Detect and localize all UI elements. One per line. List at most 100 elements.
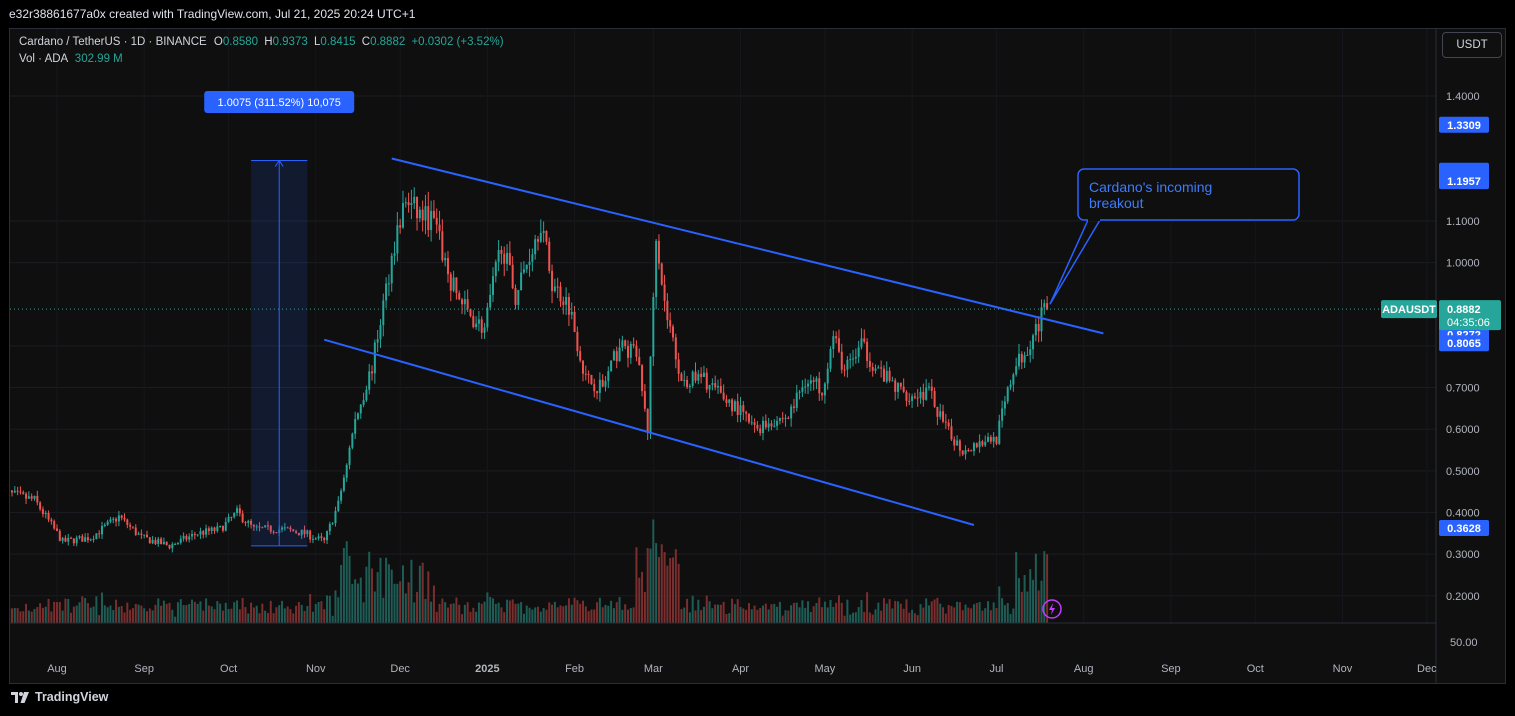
candle	[356, 412, 359, 421]
price-axis[interactable]: 1.40001.10001.00000.80000.70000.60000.50…	[1381, 29, 1501, 683]
volume-bar	[677, 563, 680, 623]
candle	[596, 390, 599, 400]
volume-bar	[95, 596, 98, 623]
volume-bar	[340, 564, 343, 623]
candle-body	[348, 447, 351, 465]
candle-body	[818, 378, 821, 394]
volume-bar	[1023, 575, 1026, 623]
volume-bar	[787, 610, 790, 623]
candle	[418, 206, 421, 223]
candle	[27, 491, 30, 499]
volume-bar	[1012, 608, 1015, 623]
candle-body	[1020, 353, 1023, 363]
candle	[44, 510, 47, 519]
volume-bar	[33, 609, 36, 623]
candle	[486, 302, 489, 332]
candle-body	[700, 373, 703, 378]
volume-bar	[438, 603, 441, 623]
candle	[565, 287, 568, 315]
candle-body	[596, 391, 599, 393]
volume-bar	[418, 565, 421, 623]
candle	[579, 346, 582, 363]
candle	[722, 384, 725, 401]
candle	[247, 519, 250, 528]
candle	[373, 339, 376, 384]
candle-body	[230, 516, 233, 518]
volume-bar	[109, 605, 112, 623]
candle	[719, 378, 722, 394]
candle	[86, 532, 89, 543]
chart-panel[interactable]: 1.0075 (311.52%) 10,075 Cardano's incomin…	[9, 28, 1506, 684]
volume-bar	[250, 602, 253, 623]
volume-bar	[19, 611, 22, 623]
candle-body	[371, 371, 374, 374]
candle-body	[846, 359, 849, 370]
volume-bar	[587, 611, 590, 623]
volume-bar	[103, 605, 106, 623]
candle-body	[868, 361, 871, 367]
candle	[115, 517, 118, 527]
volume-bar	[942, 607, 945, 623]
drawings[interactable]: 1.0075 (311.52%) 10,075 Cardano's incomin…	[10, 91, 1436, 619]
candle	[1026, 346, 1029, 357]
candle	[463, 290, 466, 315]
volume-bar	[489, 596, 492, 623]
candle	[714, 375, 717, 391]
volume-bar	[877, 602, 880, 623]
candle	[660, 262, 663, 286]
candle-body	[635, 345, 638, 357]
tradingview-brand: TradingView	[35, 690, 109, 704]
volume-bar	[58, 601, 61, 623]
volume-bar	[610, 600, 613, 623]
volume-bar	[714, 604, 717, 623]
candle-body	[199, 531, 202, 535]
candle	[517, 289, 520, 310]
candle-body	[739, 405, 742, 416]
candle-body	[210, 527, 213, 531]
candle	[101, 521, 104, 539]
candle-body	[238, 508, 241, 514]
price-chart[interactable]: 1.0075 (311.52%) 10,075 Cardano's incomin…	[10, 29, 1505, 683]
candle	[826, 362, 829, 390]
currency-button[interactable]: USDT	[1442, 32, 1502, 58]
price-tick-label: 1.1000	[1446, 216, 1480, 228]
time-axis[interactable]: Aug Sep Oct Nov Dec 2025 Feb Mar Apr May Jun Jul Aug…	[10, 622, 1437, 675]
candle	[621, 335, 624, 352]
time-tick-label: Feb	[565, 663, 584, 675]
volume-bar	[207, 605, 210, 623]
candle	[562, 296, 565, 315]
volume-bar	[241, 598, 244, 623]
candle-body	[944, 421, 947, 423]
volume-bar	[691, 595, 694, 623]
volume-bar	[143, 608, 146, 623]
candle-body	[998, 420, 1001, 444]
candle	[852, 349, 855, 367]
candle	[165, 541, 168, 546]
volume-label[interactable]: Vol · ADA	[19, 53, 68, 65]
candle	[601, 374, 604, 388]
candle-body	[677, 359, 680, 374]
candle	[120, 514, 123, 521]
volume-bar	[674, 549, 677, 623]
candle-body	[219, 525, 222, 527]
volume-bar	[536, 606, 539, 623]
volume-bar	[56, 602, 58, 623]
candle-body	[188, 536, 191, 540]
candle	[581, 360, 584, 382]
volume-bar	[882, 598, 885, 623]
volume-bar	[92, 606, 95, 623]
volume-bar	[477, 602, 480, 623]
candle	[573, 306, 576, 333]
symbol-title[interactable]: Cardano / TetherUS · 1D · BINANCE	[19, 36, 207, 48]
candle-body	[967, 450, 970, 452]
candle-body	[16, 490, 19, 492]
candle-body	[241, 513, 244, 523]
volume-tick-label: 50.00	[1450, 637, 1478, 649]
candle-body	[1012, 374, 1015, 385]
candle	[236, 505, 239, 517]
candle	[804, 378, 807, 394]
volume-bar	[581, 600, 584, 623]
candle-body	[694, 371, 697, 381]
candle-body	[438, 224, 441, 232]
time-tick-label: Oct	[1247, 663, 1264, 675]
